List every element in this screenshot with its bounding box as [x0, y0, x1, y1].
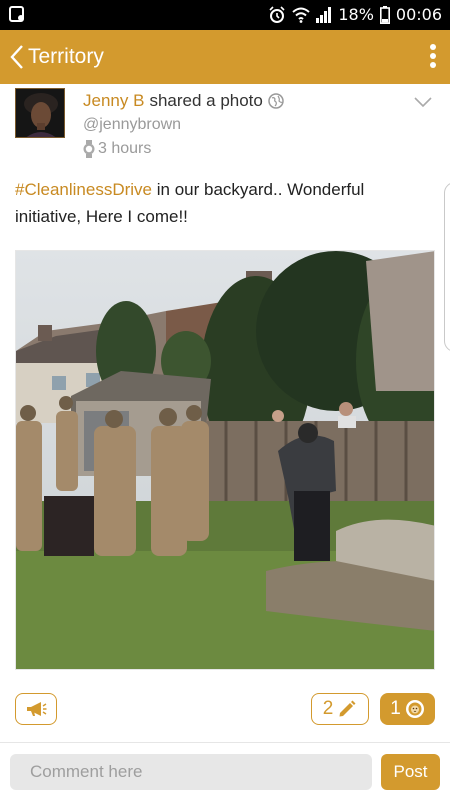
- status-bar: 18% 00:06: [0, 0, 450, 30]
- post-caption: #CleanlinessDrive in our backyard.. Wond…: [15, 176, 415, 230]
- wifi-icon: [292, 7, 310, 23]
- likes-count: 1: [390, 698, 401, 719]
- side-panel-handle[interactable]: [444, 182, 450, 352]
- megaphone-icon: [27, 702, 47, 716]
- comment-count-button[interactable]: 2: [311, 693, 369, 725]
- post-actions: 2 1: [0, 690, 450, 730]
- alarm-icon: [269, 6, 285, 23]
- post-header: Jenny B shared a photo @jennybrown 3 hou…: [0, 84, 450, 166]
- battery-percent: 18%: [338, 5, 374, 24]
- signal-icon: [316, 7, 332, 23]
- author-handle: @jennybrown: [83, 116, 182, 133]
- status-time: 00:06: [395, 5, 442, 24]
- watch-icon: [83, 140, 95, 158]
- post-time: 3 hours: [83, 140, 151, 158]
- pencil-icon: [339, 700, 356, 717]
- time-ago: 3 hours: [98, 140, 152, 157]
- back-button[interactable]: Territory: [10, 30, 104, 84]
- back-chevron-icon: [10, 45, 23, 69]
- comment-input[interactable]: [10, 754, 372, 790]
- notification-icon: [9, 6, 24, 22]
- divider: [0, 742, 450, 743]
- comments-count: 2: [322, 698, 334, 719]
- photo-illustration: [16, 251, 434, 669]
- hashtag-link[interactable]: #CleanlinessDrive: [15, 180, 152, 199]
- chevron-down-icon[interactable]: [414, 96, 432, 108]
- page-title: Territory: [28, 45, 104, 68]
- lion-badge-icon: [405, 700, 424, 718]
- author-name[interactable]: Jenny B: [83, 91, 144, 111]
- post-action: shared a photo: [149, 91, 263, 110]
- share-button[interactable]: [15, 693, 57, 725]
- post-button[interactable]: Post: [381, 754, 440, 790]
- avatar-image: [16, 89, 64, 137]
- app-bar: Territory: [0, 30, 450, 84]
- battery-icon: [379, 6, 390, 24]
- more-vert-icon[interactable]: [424, 42, 442, 72]
- author-line: Jenny B shared a photo: [83, 91, 284, 111]
- avatar[interactable]: [15, 88, 65, 138]
- globe-icon: [268, 93, 284, 109]
- post-photo[interactable]: [15, 250, 435, 670]
- like-count-button[interactable]: 1: [380, 693, 435, 725]
